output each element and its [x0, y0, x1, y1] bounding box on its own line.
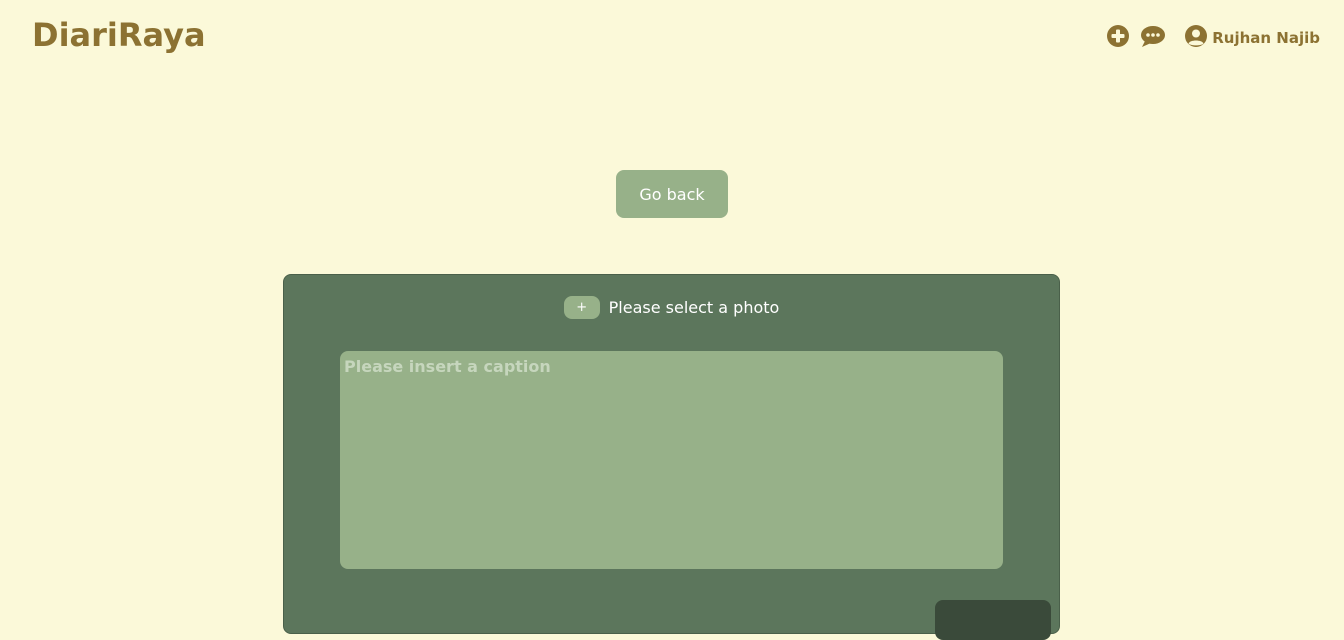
user-name: Rujhan Najib: [1212, 29, 1320, 47]
user-menu[interactable]: Rujhan Najib: [1184, 24, 1320, 48]
top-nav: Rujhan Najib: [1106, 24, 1320, 48]
add-photo-button[interactable]: +: [563, 296, 600, 319]
chat-bubble-icon[interactable]: [1140, 24, 1166, 48]
photo-prompt: Please select a photo: [608, 298, 780, 317]
go-back-button[interactable]: Go back: [616, 170, 728, 218]
plus-circle-icon[interactable]: [1106, 24, 1130, 48]
app-logo[interactable]: DiariRaya: [32, 16, 206, 54]
caption-input[interactable]: [340, 351, 1003, 569]
user-circle-icon: [1185, 25, 1208, 47]
new-post-panel: + Please select a photo: [283, 274, 1060, 640]
photo-select-row: + Please select a photo: [284, 296, 1059, 319]
submit-button[interactable]: [935, 600, 1051, 640]
top-bar: DiariRaya Rujhan Najib: [0, 0, 1344, 76]
